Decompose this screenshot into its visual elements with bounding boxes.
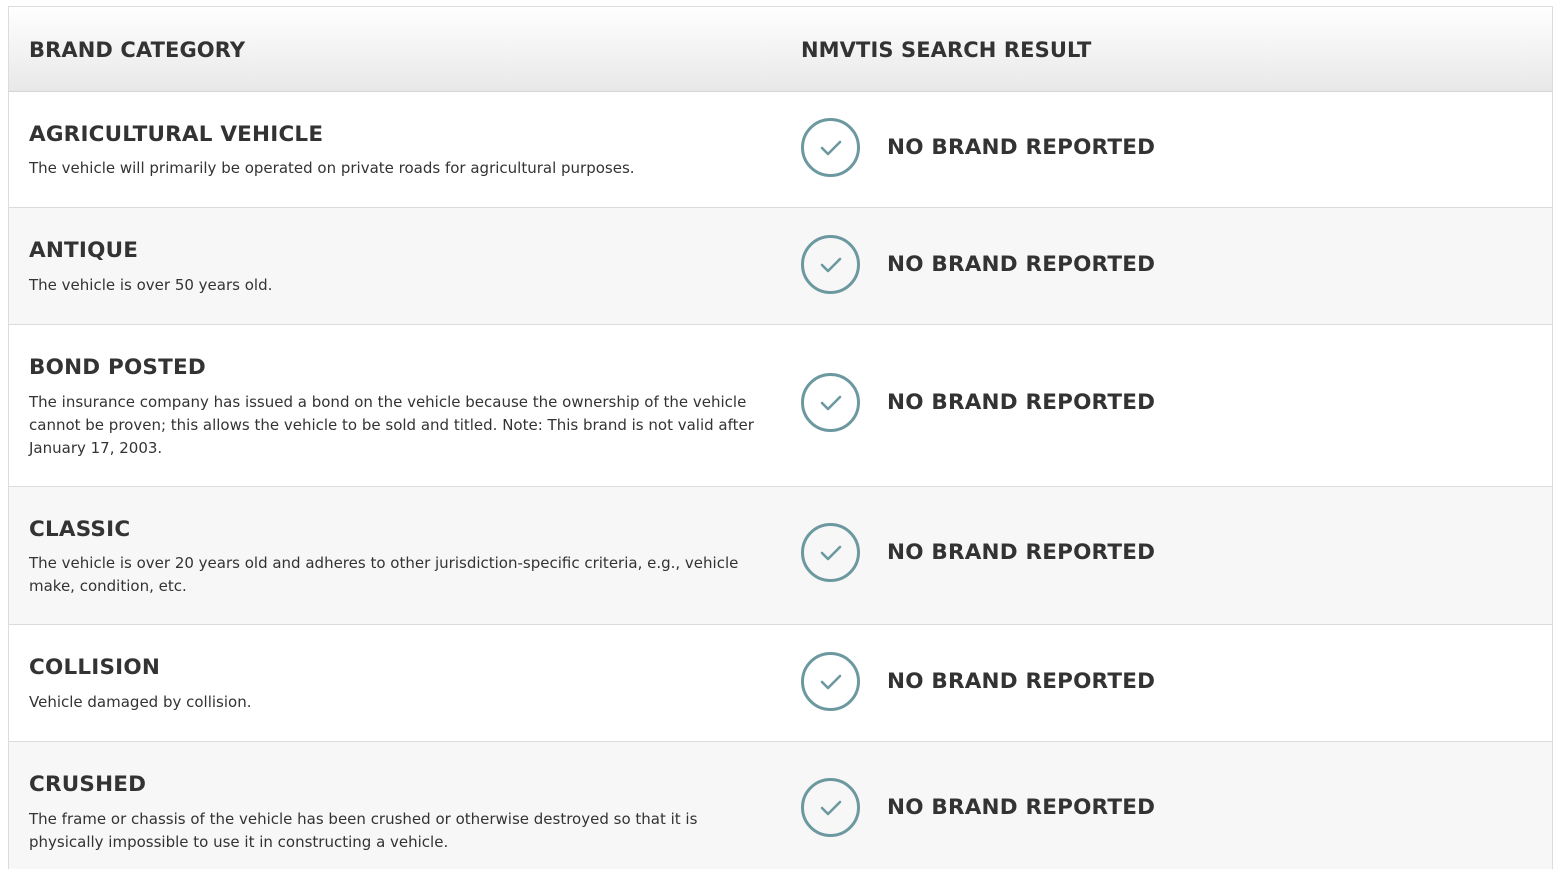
check-circle-icon: [801, 235, 860, 294]
brand-name: BOND POSTED: [29, 355, 206, 380]
brand-name: CLASSIC: [29, 517, 131, 542]
brand-name: ANTIQUE: [29, 238, 139, 263]
brand-table: BRAND CATEGORY NMVTIS SEARCH RESULT AGRI…: [8, 6, 1553, 869]
table-row: BOND POSTED The insurance company has is…: [9, 325, 1552, 487]
table-header: BRAND CATEGORY NMVTIS SEARCH RESULT: [9, 6, 1552, 92]
brand-status: NO BRAND REPORTED: [801, 235, 1155, 294]
brand-description: The vehicle will primarily be operated o…: [29, 159, 635, 177]
table-row: AGRICULTURAL VEHICLE The vehicle will pr…: [9, 92, 1552, 208]
brand-name: COLLISION: [29, 655, 161, 680]
status-label: NO BRAND REPORTED: [887, 669, 1156, 694]
brand-status: NO BRAND REPORTED: [801, 118, 1155, 177]
status-label: NO BRAND REPORTED: [887, 540, 1156, 565]
check-circle-icon: [801, 523, 860, 582]
brand-status: NO BRAND REPORTED: [801, 373, 1155, 432]
table-row: COLLISION Vehicle damaged by collision. …: [9, 625, 1552, 742]
brand-name: CRUSHED: [29, 772, 147, 797]
brand-description: Vehicle damaged by collision.: [29, 693, 252, 711]
status-label: NO BRAND REPORTED: [887, 795, 1156, 820]
check-circle-icon: [801, 373, 860, 432]
status-label: NO BRAND REPORTED: [887, 252, 1156, 277]
check-circle-icon: [801, 778, 860, 837]
table-row: CRUSHED The frame or chassis of the vehi…: [9, 742, 1552, 869]
brand-description: The insurance company has issued a bond …: [29, 393, 754, 457]
table-row: ANTIQUE The vehicle is over 50 years old…: [9, 208, 1552, 325]
check-circle-icon: [801, 652, 860, 711]
brand-name: AGRICULTURAL VEHICLE: [29, 122, 324, 147]
status-label: NO BRAND REPORTED: [887, 390, 1156, 415]
brand-status: NO BRAND REPORTED: [801, 652, 1155, 711]
column-header-search-result: NMVTIS SEARCH RESULT: [801, 38, 1092, 62]
brand-description: The frame or chassis of the vehicle has …: [29, 810, 698, 851]
brand-status: NO BRAND REPORTED: [801, 778, 1155, 837]
table-row: CLASSIC The vehicle is over 20 years old…: [9, 487, 1552, 625]
column-header-brand-category: BRAND CATEGORY: [29, 38, 246, 62]
brand-status: NO BRAND REPORTED: [801, 523, 1155, 582]
brand-description: The vehicle is over 50 years old.: [29, 276, 273, 294]
check-circle-icon: [801, 118, 860, 177]
status-label: NO BRAND REPORTED: [887, 135, 1156, 160]
brand-description: The vehicle is over 20 years old and adh…: [29, 554, 739, 595]
